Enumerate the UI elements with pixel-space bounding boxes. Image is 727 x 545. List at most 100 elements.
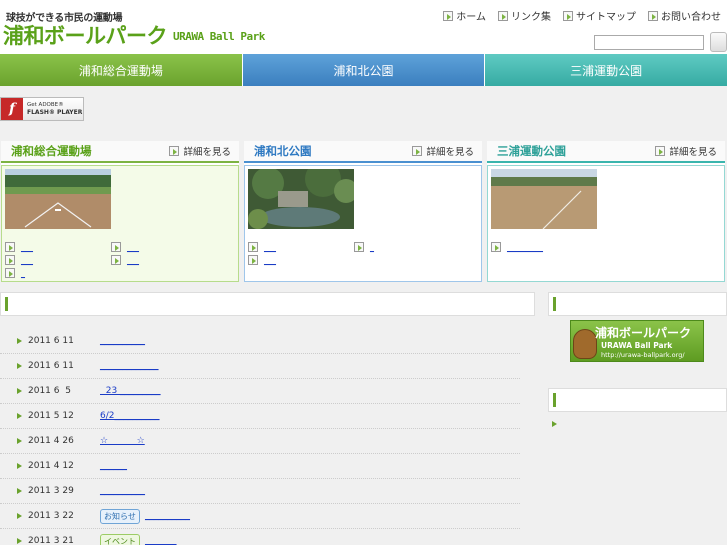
park-card-urawa-sogo: 浦和総合運動場 詳細を見る ___ ___ ___ ___ _ bbox=[1, 141, 239, 282]
bullet-icon bbox=[17, 388, 22, 394]
detail-label: 詳細を見る bbox=[183, 147, 231, 158]
news-title-link[interactable]: ☆ ☆ bbox=[100, 436, 145, 446]
baseball-field-photo[interactable] bbox=[5, 169, 111, 229]
arrow-icon bbox=[412, 146, 423, 156]
nav-links-label: リンク集 bbox=[511, 12, 551, 23]
bullet-icon bbox=[17, 463, 22, 469]
news-row: 2011 6 11 _____________ bbox=[0, 354, 520, 379]
sidebar-header bbox=[548, 388, 727, 412]
news-title-link[interactable]: __________ bbox=[145, 511, 190, 521]
bullet-icon bbox=[17, 413, 22, 419]
link-text: ___ bbox=[21, 242, 33, 252]
news-date: 2011 3 22 bbox=[28, 511, 74, 521]
detail-link[interactable]: 詳細を見る bbox=[169, 144, 231, 158]
list-item[interactable]: ___ bbox=[111, 242, 217, 252]
arrow-icon bbox=[491, 242, 501, 252]
detail-link[interactable]: 詳細を見る bbox=[412, 144, 474, 158]
arrow-icon bbox=[5, 268, 15, 278]
arrow-icon bbox=[169, 146, 180, 156]
nav-contact-label: お問い合わせ bbox=[661, 12, 721, 23]
flash-icon: f bbox=[1, 98, 23, 120]
bullet-icon bbox=[17, 538, 22, 544]
nav-contact-link[interactable]: お問い合わせ bbox=[648, 8, 721, 23]
flash-line1: Get ADOBE® bbox=[27, 102, 64, 108]
news-row: 2011 6 11 __________ bbox=[0, 329, 520, 354]
arrow-icon bbox=[248, 255, 258, 265]
park-card-miura: 三浦運動公園 詳細を見る _________ bbox=[487, 141, 725, 282]
park-card-body: _________ bbox=[487, 165, 725, 282]
dirt-field-photo[interactable] bbox=[491, 169, 597, 229]
list-item[interactable]: ___ bbox=[5, 255, 111, 265]
link-text: ___ bbox=[127, 255, 139, 265]
news-title-link[interactable]: __________ bbox=[100, 486, 145, 496]
list-item[interactable]: ___ bbox=[248, 242, 354, 252]
arrow-icon bbox=[498, 10, 508, 21]
news-date: 2011 4 26 bbox=[28, 436, 74, 446]
arrow-icon bbox=[111, 242, 121, 252]
news-title-link[interactable]: ______ bbox=[100, 461, 127, 471]
banner-en: URAWA Ball Park bbox=[601, 341, 673, 350]
bullet-icon bbox=[17, 438, 22, 444]
park-card-urawa-kita: 浦和北公園 詳細を見る ___ _ ___ bbox=[244, 141, 482, 282]
news-title-link[interactable]: 23 _________ bbox=[100, 386, 161, 396]
news-tag-info: お知らせ bbox=[100, 509, 140, 524]
news-title-link[interactable]: 6/2__________ bbox=[100, 411, 159, 421]
news-row: 2011 4 26 ☆ ☆ bbox=[0, 429, 520, 454]
park-title[interactable]: 浦和総合運動場 bbox=[11, 143, 92, 159]
detail-label: 詳細を見る bbox=[669, 147, 717, 158]
detail-label: 詳細を見る bbox=[426, 147, 474, 158]
site-logo-en[interactable]: URAWA Ball Park bbox=[173, 30, 265, 43]
list-item[interactable]: ___ bbox=[248, 255, 354, 265]
link-text: _ bbox=[21, 268, 25, 278]
news-row: 2011 5 12 6/2__________ bbox=[0, 404, 520, 429]
tab-miura[interactable]: 三浦運動公園 bbox=[485, 54, 727, 86]
site-logo[interactable]: 浦和ボールパーク bbox=[3, 20, 168, 50]
urawa-ballpark-banner[interactable]: 浦和ボールパーク URAWA Ball Park http://urawa-ba… bbox=[570, 320, 704, 362]
tab-urawa-kita[interactable]: 浦和北公園 bbox=[242, 54, 486, 86]
park-card-header: 浦和総合運動場 詳細を見る bbox=[1, 141, 239, 163]
news-date: 2011 6 11 bbox=[28, 336, 74, 346]
link-text: ___ bbox=[127, 242, 139, 252]
news-title-link[interactable]: _____________ bbox=[100, 361, 159, 371]
arrow-icon bbox=[5, 255, 15, 265]
nav-sitemap-link[interactable]: サイトマップ bbox=[563, 8, 636, 23]
search-input[interactable] bbox=[594, 35, 704, 50]
park-title[interactable]: 三浦運動公園 bbox=[497, 143, 566, 159]
list-item[interactable]: ___ bbox=[111, 255, 217, 265]
flash-text: Get ADOBE® FLASH® PLAYER bbox=[27, 102, 82, 116]
bullet-icon bbox=[17, 488, 22, 494]
news-date: 2011 4 12 bbox=[28, 461, 74, 471]
news-date: 2011 6 5 bbox=[28, 386, 71, 396]
news-row: 2011 6 5 23 _________ bbox=[0, 379, 520, 404]
site-header: 球技ができる市民の運動場 浦和ボールパーク URAWA Ball Park ホー… bbox=[0, 0, 727, 54]
news-date: 2011 6 11 bbox=[28, 361, 74, 371]
list-item[interactable]: _________ bbox=[491, 242, 597, 252]
nav-links-link[interactable]: リンク集 bbox=[498, 8, 551, 23]
detail-link[interactable]: 詳細を見る bbox=[655, 144, 717, 158]
news-section-header bbox=[0, 292, 535, 316]
link-text: ___ bbox=[264, 255, 276, 265]
get-flash-player-button[interactable]: f Get ADOBE® FLASH® PLAYER bbox=[0, 97, 84, 121]
news-row: 2011 4 12 ______ bbox=[0, 454, 520, 479]
bullet-icon bbox=[552, 421, 557, 427]
park-title[interactable]: 浦和北公園 bbox=[254, 143, 312, 159]
news-date: 2011 3 29 bbox=[28, 486, 74, 496]
utility-nav: ホーム リンク集 サイトマップ お問い合わせ bbox=[443, 8, 721, 23]
sidebar-header bbox=[548, 292, 727, 316]
news-title-link[interactable]: _______ bbox=[145, 536, 177, 545]
search-button[interactable] bbox=[710, 32, 727, 52]
list-item[interactable]: _ bbox=[354, 242, 460, 252]
arrow-icon bbox=[354, 242, 364, 252]
list-item[interactable]: ___ bbox=[5, 242, 111, 252]
nav-home-link[interactable]: ホーム bbox=[443, 8, 486, 23]
park-garden-photo[interactable] bbox=[248, 169, 354, 229]
arrow-icon bbox=[563, 10, 573, 21]
link-text: _ bbox=[370, 242, 374, 252]
bullet-icon bbox=[17, 338, 22, 344]
page: 球技ができる市民の運動場 浦和ボールパーク URAWA Ball Park ホー… bbox=[0, 0, 727, 545]
bullet-icon bbox=[17, 363, 22, 369]
park-links: _________ bbox=[491, 242, 721, 252]
tab-urawa-sogo[interactable]: 浦和総合運動場 bbox=[0, 54, 243, 86]
list-item[interactable]: _ bbox=[5, 268, 111, 278]
news-title-link[interactable]: __________ bbox=[100, 336, 145, 346]
